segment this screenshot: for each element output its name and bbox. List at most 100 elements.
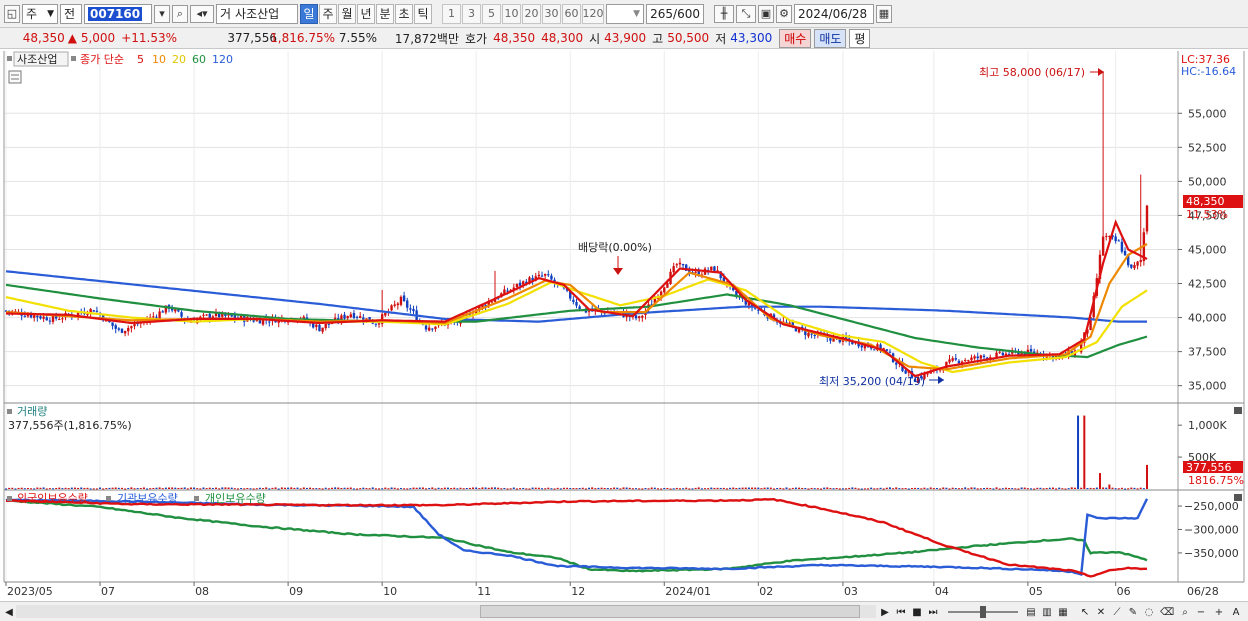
scroll-thumb[interactable] <box>480 605 860 618</box>
date-value: 2024/06/28 <box>798 6 868 21</box>
volume-bar <box>751 487 754 489</box>
stock-chart-svg[interactable]: 55,00052,50050,00047,50045,00042,50040,0… <box>0 50 1248 601</box>
bottom-scrollbar[interactable]: ◀ ▶ ⏮ ■ ⏭ ▤ ▥ ▦ ↖ ✕ ⟋ ✎ ◌ ⌫ ⌕ − + A <box>0 601 1248 621</box>
chart-area[interactable]: 55,000 52,500 50,000 47,500 45,000 42,500 40,0… <box>0 50 1248 601</box>
line-tool-icon[interactable]: ⤡ <box>736 4 756 23</box>
period-tab[interactable]: 일 <box>300 3 318 24</box>
zoom-icon[interactable]: ⌕ <box>1178 604 1192 620</box>
buy-button[interactable]: 매수 <box>779 28 812 48</box>
minus-icon[interactable]: − <box>1194 604 1208 620</box>
code-dropdown-icon[interactable]: ▾ <box>154 4 170 23</box>
interval-button[interactable]: 30 <box>542 3 561 24</box>
holdings-panel-close-icon[interactable] <box>1234 494 1242 501</box>
prev-button[interactable]: 전 <box>60 3 82 24</box>
crosshair-icon[interactable]: ✕ <box>1094 604 1108 620</box>
stock-code-input[interactable]: 007160 <box>84 3 152 24</box>
count-value: 265 <box>650 6 674 21</box>
interval-button[interactable]: 5 <box>482 3 501 24</box>
volume-bar <box>873 488 876 490</box>
period-tab[interactable]: 년 <box>357 3 375 24</box>
volume-bar <box>572 488 575 490</box>
scroll-left-icon[interactable]: ◀ <box>2 604 16 620</box>
stop-icon[interactable]: ■ <box>910 604 924 620</box>
calendar-icon[interactable]: ▦ <box>876 4 892 23</box>
candle-body <box>349 314 353 318</box>
candle-body <box>399 296 403 305</box>
volume-bar <box>970 487 973 489</box>
count-field[interactable]: 265 /600 <box>646 3 704 24</box>
rewind-icon[interactable]: ⏮ <box>894 604 908 620</box>
trendline-icon[interactable]: ⟋ <box>1110 604 1124 620</box>
volume-bar <box>948 488 951 490</box>
volume-bar <box>716 487 719 489</box>
period-tab[interactable]: 분 <box>376 3 394 24</box>
cursor-icon[interactable]: ↖ <box>1078 604 1092 620</box>
sell-button[interactable]: 매도 <box>814 28 847 48</box>
volume-bar <box>541 488 544 490</box>
fast-forward-icon[interactable]: ⏭ <box>926 604 940 620</box>
volume-bar <box>381 488 384 490</box>
zoom-slider-handle[interactable] <box>980 606 986 618</box>
interval-button[interactable]: 60 <box>562 3 581 24</box>
volume-bar <box>1133 487 1136 489</box>
candle-body <box>753 308 757 310</box>
panel-icon[interactable]: ▦ <box>1056 604 1070 620</box>
legend-marker <box>71 56 76 61</box>
scroll-right-icon[interactable]: ▶ <box>878 604 892 620</box>
interval-dropdown[interactable]: ▼ <box>606 3 644 24</box>
interval-button[interactable]: 3 <box>462 3 481 24</box>
volume-bar <box>989 488 992 490</box>
volume-bar <box>1030 488 1033 490</box>
volume-bar <box>20 487 23 489</box>
candle-type-icon[interactable]: ╫ <box>714 4 734 23</box>
volume-bar <box>39 487 42 489</box>
candle-body <box>954 358 957 360</box>
volume-bar <box>406 488 409 490</box>
interval-button[interactable]: 10 <box>502 3 521 24</box>
erase-icon[interactable]: ⌫ <box>1160 604 1174 620</box>
period-tab[interactable]: 틱 <box>414 3 432 24</box>
period-tab[interactable]: 월 <box>338 3 356 24</box>
text-tool-icon[interactable]: A <box>1229 604 1243 620</box>
eval-button[interactable]: 평 <box>849 28 871 48</box>
gear-icon[interactable]: ⚙ <box>776 4 792 23</box>
volume-bar <box>1033 488 1036 490</box>
volume-bar <box>146 488 149 490</box>
candle-body <box>324 323 327 329</box>
volume-bar <box>1064 488 1067 490</box>
draw-icon[interactable]: ✎ <box>1126 604 1140 620</box>
volume-bar <box>738 487 741 489</box>
stock-name-field[interactable]: 거 사조산업 <box>216 3 298 24</box>
volume-bar <box>782 488 785 490</box>
volume-bar <box>713 487 716 489</box>
volume-bar <box>754 487 757 489</box>
period-tab[interactable]: 주 <box>319 3 337 24</box>
search-icon[interactable]: ⌕ <box>172 4 188 23</box>
plus-icon[interactable]: + <box>1212 604 1226 620</box>
date-input[interactable]: 2024/06/28 <box>794 3 874 24</box>
volume-panel-close-icon[interactable] <box>1234 407 1242 414</box>
table-icon[interactable] <box>8 70 22 84</box>
interval-button[interactable]: 20 <box>522 3 541 24</box>
interval-button[interactable]: 1 <box>442 3 461 24</box>
period-tab[interactable]: 초 <box>395 3 413 24</box>
volume-bar <box>682 488 685 490</box>
interval-button[interactable]: 120 <box>582 3 604 24</box>
time-tick-label: 07 <box>101 585 115 598</box>
interval-buttons: 1 3 5 10 20 30 60 120 <box>442 3 604 24</box>
volume-bar <box>951 487 954 489</box>
shape-icon[interactable]: ◌ <box>1142 604 1156 620</box>
candle-body <box>202 314 205 316</box>
window-icon[interactable]: ◱ <box>4 4 20 23</box>
volume-bar <box>1136 488 1139 490</box>
market-select[interactable]: 주 ▼ <box>22 3 58 24</box>
save-icon[interactable]: ▣ <box>758 4 774 23</box>
speaker-icon[interactable]: ◂▾ <box>190 4 214 23</box>
volume-title: 거래량 <box>17 405 47 418</box>
layout-icon[interactable]: ▥ <box>1040 604 1054 620</box>
volume-bar <box>374 488 377 490</box>
price-badge-value: 48,350 <box>1186 195 1225 208</box>
grid-icon[interactable]: ▤ <box>1024 604 1038 620</box>
volume-bar <box>575 488 578 490</box>
volume-bar <box>349 487 352 489</box>
